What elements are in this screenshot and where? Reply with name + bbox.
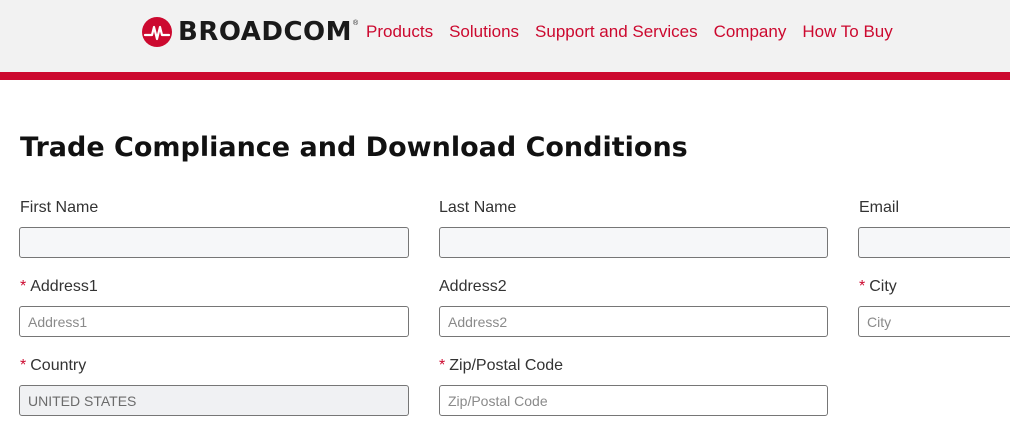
email-label: Email: [859, 199, 900, 216]
first-name-label: First Name: [20, 199, 99, 216]
zip-input[interactable]: [439, 385, 828, 416]
nav-item-how-to-buy[interactable]: How To Buy: [802, 21, 892, 43]
broadcom-pulse-icon: [142, 17, 172, 47]
last-name-label: Last Name: [439, 199, 517, 216]
main-nav: Products Solutions Support and Services …: [366, 21, 893, 43]
site-header: BROADCOM ® Products Solutions Support an…: [0, 0, 1010, 72]
email-input[interactable]: [858, 227, 1010, 258]
required-marker: *: [20, 278, 27, 295]
nav-item-company[interactable]: Company: [714, 21, 787, 43]
required-marker: *: [859, 278, 866, 295]
city-label: * City: [859, 278, 897, 295]
address1-label: * Address1: [20, 278, 98, 295]
registered-mark: ®: [353, 20, 359, 27]
required-marker: *: [439, 357, 446, 374]
nav-item-support-and-services[interactable]: Support and Services: [535, 21, 698, 43]
address1-input[interactable]: [19, 306, 409, 337]
nav-item-products[interactable]: Products: [366, 21, 433, 43]
brand-name: BROADCOM: [178, 17, 353, 47]
address2-input[interactable]: [439, 306, 828, 337]
broadcom-logo[interactable]: BROADCOM ®: [142, 17, 358, 47]
country-label: * Country: [20, 357, 87, 374]
last-name-input[interactable]: [439, 227, 828, 258]
country-input[interactable]: [19, 385, 409, 416]
header-accent-bar: [0, 72, 1010, 80]
zip-label: * Zip/Postal Code: [439, 357, 564, 374]
nav-item-solutions[interactable]: Solutions: [449, 21, 519, 43]
first-name-input[interactable]: [19, 227, 409, 258]
page-title: Trade Compliance and Download Conditions: [20, 132, 688, 163]
required-marker: *: [20, 357, 27, 374]
address2-label: Address2: [439, 278, 507, 295]
city-input[interactable]: [858, 306, 1010, 337]
